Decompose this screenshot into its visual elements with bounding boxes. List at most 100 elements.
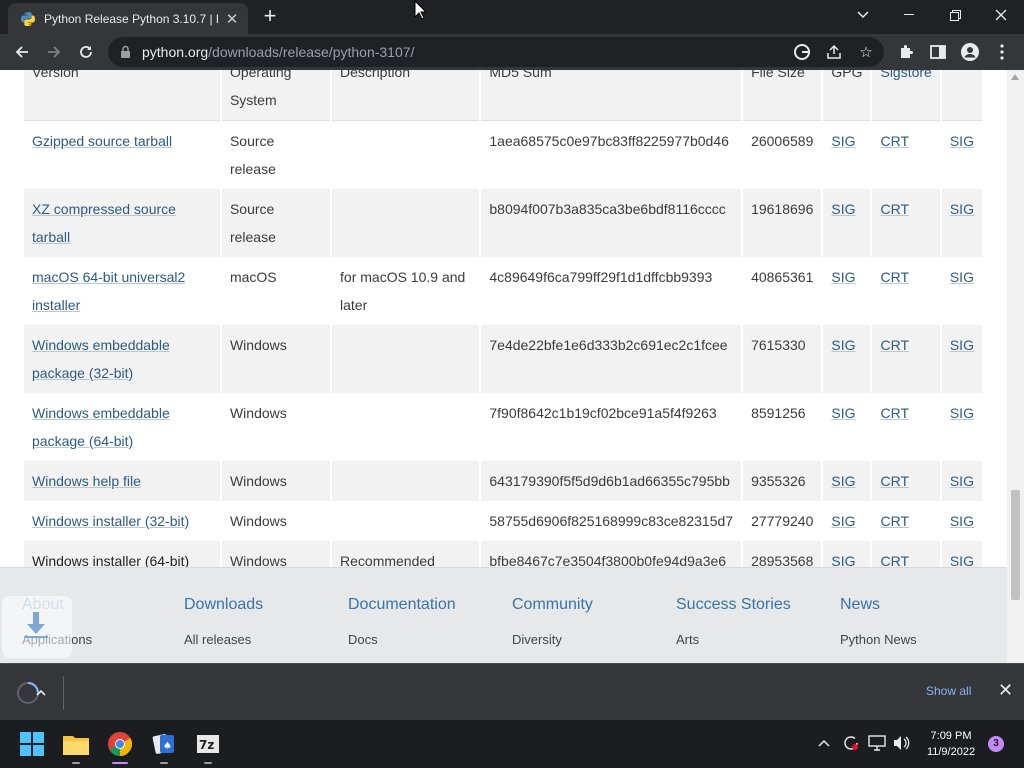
gpg-sig-link[interactable]: SIG [831, 405, 855, 421]
extensions-icon[interactable] [894, 40, 918, 64]
gpg-sig-link-cell: SIG [822, 189, 873, 257]
chevron-up-icon[interactable] [36, 689, 46, 696]
volume-icon[interactable] [892, 734, 910, 755]
clock-date: 11/9/2022 [926, 746, 976, 758]
taskbar-clock[interactable]: 7:09 PM 11/9/2022 [922, 728, 980, 760]
side-panel-icon[interactable] [926, 40, 950, 64]
restore-button[interactable] [932, 0, 978, 30]
footer-heading-success-stories[interactable]: Success Stories [676, 596, 791, 614]
footer-heading-community[interactable]: Community [512, 596, 593, 614]
browser-titlebar: Python Release Python 3.10.7 | Py ✕ + [0, 0, 1024, 34]
browser-menu-icon[interactable] [990, 40, 1014, 64]
sigstore-crt-link[interactable]: CRT [880, 133, 909, 149]
footer-link-arts[interactable]: Arts [676, 632, 791, 647]
gpg-sig-link[interactable]: SIG [831, 133, 855, 149]
footer-link-docs[interactable]: Docs [348, 632, 456, 647]
md5-cell-cell: 7f90f8642c1b19cf02bce91a5f4f9263 [480, 393, 744, 461]
file-name-link[interactable]: Windows help file [32, 473, 141, 489]
scrollbar-thumb[interactable] [1011, 490, 1020, 600]
scroll-up-arrow-icon[interactable] [1011, 74, 1019, 80]
address-bar[interactable]: python.org/downloads/release/python-3107… [108, 37, 884, 67]
file-name-link-cell: Windows help file [24, 461, 222, 501]
file-name-link[interactable]: XZ compressed source tarball [32, 201, 176, 245]
sigstore-sig-link[interactable]: SIG [950, 473, 974, 489]
description-cell-cell: for macOS 10.9 and later [331, 257, 482, 325]
google-lens-icon[interactable] [790, 40, 814, 64]
7zip-icon[interactable]: 7z [192, 728, 224, 764]
footer-heading-documentation[interactable]: Documentation [348, 596, 456, 614]
header-os: Operating System [220, 70, 333, 121]
file-name-link[interactable]: macOS 64-bit universal2 installer [32, 269, 185, 313]
back-button[interactable] [8, 38, 36, 66]
sigstore-crt-link[interactable]: CRT [880, 337, 909, 353]
download-item[interactable] [12, 676, 64, 710]
new-tab-button[interactable]: + [258, 5, 282, 29]
md5-cell: 7e4de22bfe1e6d333b2c691ec2c1fcee [489, 337, 728, 353]
header-gpg: GPG [822, 70, 873, 121]
tab-close-icon[interactable]: ✕ [224, 10, 240, 28]
sigstore-sig-link-cell: SIG [940, 325, 985, 393]
os-cell-cell: Source release [220, 189, 333, 257]
sigstore-sig-link[interactable]: SIG [950, 133, 974, 149]
footer-heading-news[interactable]: News [840, 596, 917, 614]
table-row: Windows installer (32-bit) Windows 58755d6… [24, 501, 985, 541]
site-footer: About Applications Downloads All release… [0, 567, 1007, 663]
sigstore-crt-link[interactable]: CRT [880, 201, 909, 217]
md5-cell-cell: b8094f007b3a835ca3be6bdf8116cccc [480, 189, 744, 257]
gpg-sig-link[interactable]: SIG [831, 337, 855, 353]
footer-link-diversity[interactable]: Diversity [512, 632, 593, 647]
file-name-link[interactable]: Gzipped source tarball [32, 133, 172, 149]
sigstore-sig-link[interactable]: SIG [950, 405, 974, 421]
network-icon[interactable] [868, 735, 886, 754]
sigstore-crt-link[interactable]: CRT [880, 513, 909, 529]
windows-start-icon[interactable] [16, 728, 48, 760]
sigstore-sig-link-cell: SIG [940, 461, 985, 501]
reload-button[interactable] [72, 38, 100, 66]
sigstore-sig-link[interactable]: SIG [950, 269, 974, 285]
sigstore-sig-link[interactable]: SIG [950, 337, 974, 353]
gpg-sig-link[interactable]: SIG [831, 513, 855, 529]
chrome-icon[interactable] [104, 728, 136, 764]
file-name-link[interactable]: Windows installer (32-bit) [32, 513, 189, 529]
table-row: Windows embeddable package (32-bit) Windo… [24, 325, 985, 393]
sigstore-sig-link[interactable]: SIG [950, 513, 974, 529]
gpg-sig-link[interactable]: SIG [831, 473, 855, 489]
profile-avatar-icon[interactable] [958, 40, 982, 64]
show-all-downloads-button[interactable]: Show all [926, 684, 971, 698]
file-size-cell: 27779240 [751, 513, 814, 529]
tab-title: Python Release Python 3.10.7 | Py [44, 11, 218, 26]
md5-cell: 643179390f5f5d9d6b1ad66355c795bb [489, 473, 730, 489]
file-explorer-icon[interactable] [60, 728, 92, 764]
footer-link-all-releases[interactable]: All releases [184, 632, 263, 647]
show-hidden-icons-chevron-icon[interactable] [818, 734, 830, 750]
header-description: Description [331, 70, 482, 121]
share-icon[interactable] [822, 40, 846, 64]
md5-cell-cell: 643179390f5f5d9d6b1ad66355c795bb [480, 461, 744, 501]
description-cell-cell [331, 393, 482, 461]
file-name-link[interactable]: Windows embeddable package (32-bit) [32, 337, 170, 381]
bookmark-star-icon[interactable]: ☆ [854, 40, 878, 64]
page-scrollbar[interactable] [1007, 70, 1024, 663]
notification-badge[interactable]: 3 [988, 736, 1004, 752]
footer-link-python-news[interactable]: Python News [840, 632, 917, 647]
close-download-shelf-icon[interactable]: ✕ [998, 680, 1013, 701]
file-size-cell-cell: 8591256 [742, 393, 824, 461]
sigstore-crt-link[interactable]: CRT [880, 473, 909, 489]
tab-search-icon[interactable] [840, 0, 886, 30]
gpg-sig-link[interactable]: SIG [831, 201, 855, 217]
file-name-link[interactable]: Windows embeddable package (64-bit) [32, 405, 170, 449]
footer-heading-downloads[interactable]: Downloads [184, 596, 263, 614]
minimize-button[interactable] [886, 0, 932, 30]
sigstore-sig-link[interactable]: SIG [950, 201, 974, 217]
forward-button[interactable] [40, 38, 68, 66]
sigstore-crt-link[interactable]: CRT [880, 269, 909, 285]
md5-cell: 1aea68575c0e97bc83ff8225977b0d46 [489, 133, 729, 149]
sigstore-crt-link[interactable]: CRT [880, 405, 909, 421]
download-arrow-icon [24, 612, 48, 638]
sync-icon[interactable] [842, 734, 860, 755]
file-size-cell: 40865361 [751, 269, 814, 285]
gpg-sig-link[interactable]: SIG [831, 269, 855, 285]
close-window-button[interactable] [978, 0, 1024, 30]
browser-tab-active[interactable]: Python Release Python 3.10.7 | Py ✕ [8, 3, 248, 34]
solitaire-icon[interactable]: ♠ [148, 728, 180, 764]
